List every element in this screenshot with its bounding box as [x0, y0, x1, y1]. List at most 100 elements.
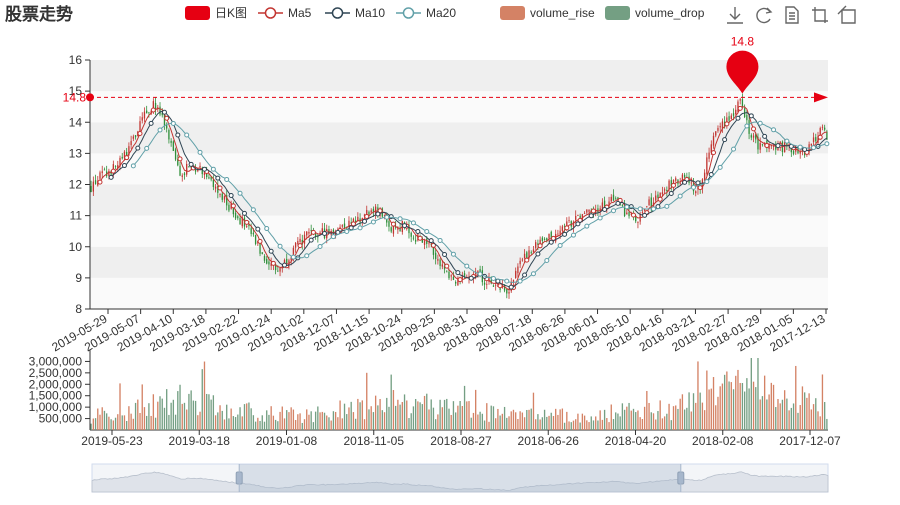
volume-bar: [263, 421, 266, 430]
volume-bar: [730, 382, 732, 430]
candle-body: [615, 198, 617, 200]
volume-bar: [537, 414, 539, 430]
volume-bar: [397, 399, 399, 430]
datazoom-window[interactable]: [239, 464, 681, 492]
ma20-line-marker: [704, 179, 710, 185]
volume-bar: [588, 422, 590, 430]
volume-bar: [328, 417, 330, 430]
volume-bar: [103, 410, 106, 430]
legend-item-ma5[interactable]: Ma5: [258, 6, 312, 20]
volume-bar: [608, 422, 610, 430]
legend-item-ma10[interactable]: Ma10: [325, 6, 385, 20]
candle-body: [815, 137, 817, 142]
refresh-icon[interactable]: [756, 7, 773, 24]
volume-bar: [499, 415, 501, 430]
volume-bar: [272, 415, 275, 430]
volume-bar: [799, 405, 801, 430]
volume-bar: [350, 401, 352, 430]
legend-item-volume-rise[interactable]: volume_rise: [500, 6, 595, 20]
volume-bar: [592, 420, 595, 430]
volume-bar: [246, 403, 248, 430]
data-view-icon[interactable]: [785, 6, 799, 24]
candle-body: [452, 276, 455, 280]
ma20-line-marker: [624, 204, 630, 210]
volume-bar: [186, 409, 188, 430]
y-tick-label: 12: [69, 178, 83, 192]
volume-bar: [226, 404, 228, 430]
volume-bar: [401, 402, 403, 430]
volume-bar: [546, 416, 548, 430]
volume-bar: [683, 409, 686, 430]
volume-bar: [659, 400, 661, 430]
volume-bar: [303, 419, 306, 430]
candle-body: [588, 209, 590, 212]
ma10-line-marker: [682, 179, 688, 185]
volume-bar: [475, 389, 477, 430]
ma5-line-marker: [444, 263, 450, 269]
volume-bar: [112, 420, 115, 430]
volume-bar: [366, 372, 368, 430]
volume-bar: [481, 413, 484, 430]
candle-body: [223, 196, 226, 200]
candle-body: [186, 163, 188, 175]
volume-bar: [715, 405, 717, 430]
volume-bar: [512, 409, 515, 430]
volume-x-tick-label: 2019-03-18: [169, 434, 231, 448]
candle-body: [561, 226, 564, 231]
zoom-icon[interactable]: [812, 7, 828, 23]
volume-bar: [768, 394, 770, 430]
candle-body: [675, 178, 677, 181]
volume-bar: [583, 415, 586, 430]
legend-item-kline[interactable]: 日K图: [185, 6, 247, 20]
zoom-reset-icon[interactable]: [837, 5, 856, 24]
ma5-line-marker: [137, 130, 143, 136]
volume-bar: [283, 418, 286, 430]
ma5-line-marker: [257, 238, 263, 244]
y-tick-label: 10: [69, 240, 83, 254]
volume-bars: [90, 358, 828, 430]
volume-bar: [281, 406, 283, 430]
candle-body: [239, 217, 241, 225]
candle-body: [94, 180, 97, 184]
candle-body: [679, 183, 681, 184]
candle-body: [532, 249, 535, 253]
volume-bar: [368, 409, 370, 430]
candle-body: [717, 128, 719, 131]
volume-bar: [470, 417, 472, 430]
datazoom-slider[interactable]: [91, 463, 829, 493]
volume-bar: [352, 412, 355, 430]
candle-body: [506, 289, 508, 294]
candle-body: [221, 193, 223, 200]
ma10-line-marker: [201, 166, 207, 172]
legend-swatch-kline: [185, 6, 210, 20]
volume-bar: [819, 416, 821, 430]
candle-body: [663, 189, 666, 191]
candle-body: [237, 216, 239, 219]
volume-bar: [348, 407, 350, 430]
volume-bar: [652, 413, 655, 430]
ma10-line-marker: [375, 211, 381, 217]
volume-bar: [795, 365, 797, 430]
volume-x-tick-label: 2018-11-05: [344, 434, 405, 448]
legend-item-volume-drop[interactable]: volume_drop: [605, 6, 705, 20]
candle-body: [121, 156, 123, 159]
ma10-line-marker: [695, 180, 701, 186]
ma20-line-marker: [530, 271, 536, 277]
ma20-line-marker: [317, 244, 323, 250]
volume-bar: [254, 421, 257, 430]
volume-bar: [188, 393, 190, 430]
ma10-line-marker: [668, 191, 674, 197]
candle-body: [812, 137, 815, 143]
download-icon[interactable]: [727, 7, 743, 24]
volume-bar: [590, 416, 592, 430]
ma20-line-marker: [130, 163, 136, 169]
ma20-line-marker: [330, 234, 336, 240]
ma10-line-marker: [175, 132, 181, 138]
legend-item-ma20[interactable]: Ma20: [396, 6, 456, 20]
ma5-line-marker: [697, 185, 703, 191]
volume-bar: [157, 401, 159, 430]
volume-bar: [610, 404, 612, 430]
volume-bar: [508, 416, 510, 430]
candle-body: [597, 208, 599, 213]
ma10-line-marker: [442, 251, 448, 257]
